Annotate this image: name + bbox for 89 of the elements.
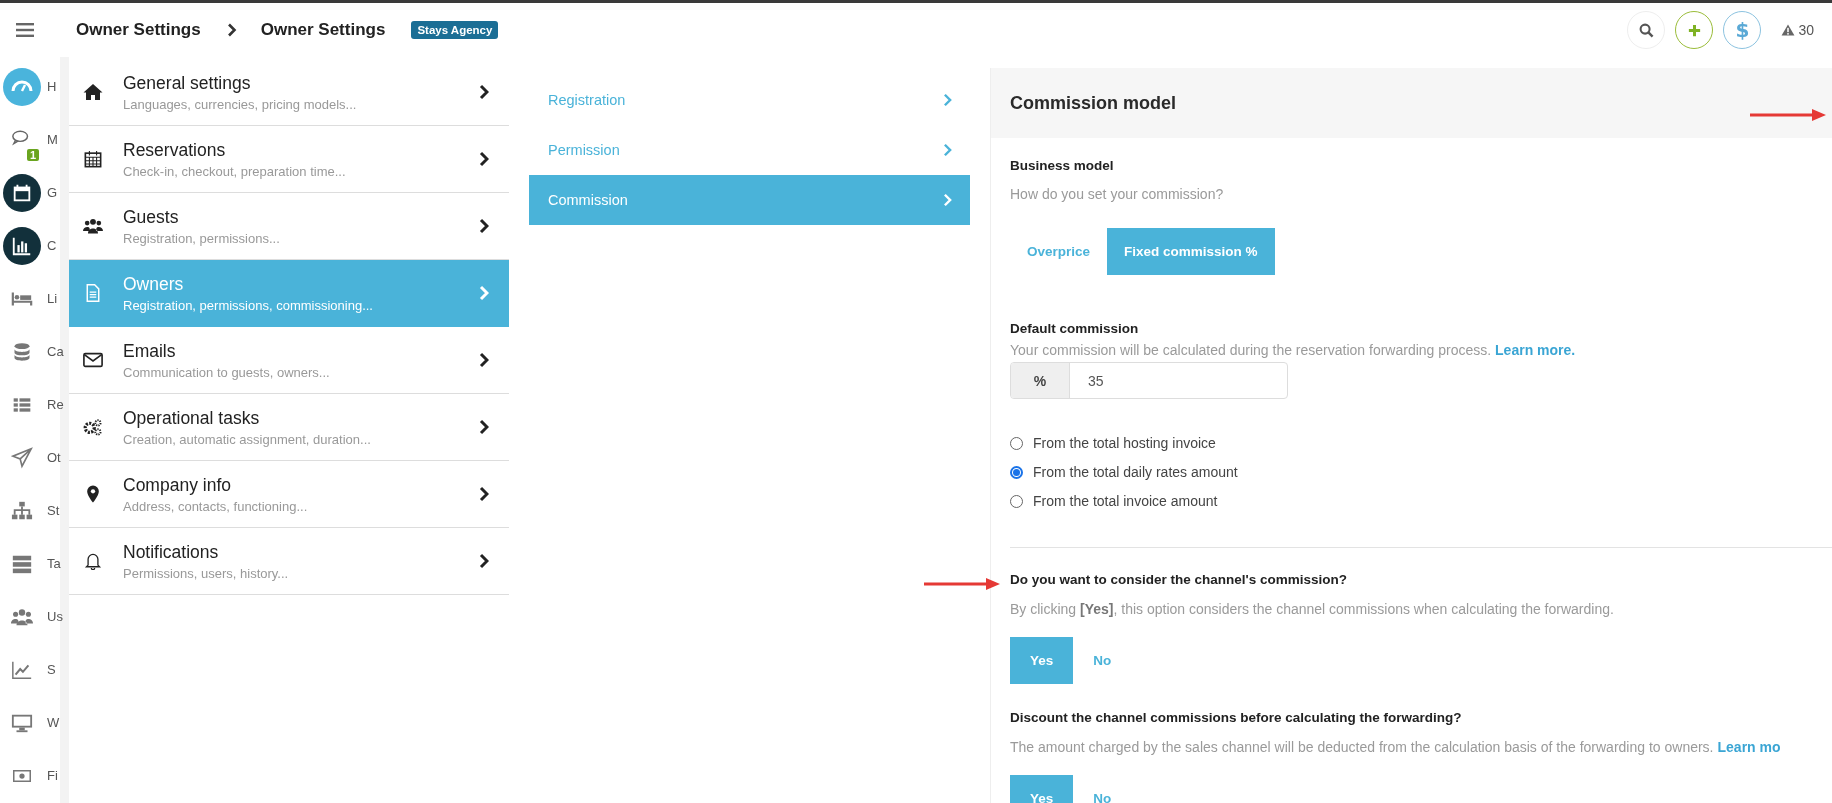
settings-title: Owners (123, 273, 185, 295)
count-badge: 1 (26, 148, 39, 161)
settings-title: General settings (123, 72, 252, 94)
settings-item[interactable]: Operational tasks Creation, automatic assignment, duration... (69, 394, 509, 461)
nav-label[interactable]: Ta (47, 556, 61, 571)
settings-title: Notifications (123, 541, 220, 563)
chevron-icon (479, 84, 489, 100)
settings-title: Guests (123, 206, 180, 228)
calendar-icon (83, 150, 103, 168)
settings-item[interactable]: Company info Address, contacts, functioning... (69, 461, 509, 528)
nav-label[interactable]: S (47, 662, 56, 677)
field-label: Default commission (1010, 321, 1139, 336)
commission-field[interactable]: % 35 (1010, 362, 1288, 399)
settings-item[interactable]: Emails Communication to guests, owners... (69, 327, 509, 394)
nav-label[interactable]: C (47, 238, 57, 253)
database-icon[interactable] (12, 340, 32, 363)
nav-label[interactable]: W (47, 715, 60, 730)
settings-item[interactable]: Notifications Permissions, users, history... (69, 528, 509, 595)
chevron-icon (226, 23, 237, 37)
nav-label[interactable]: Us (47, 609, 63, 624)
field-hint: Your commission will be calculated during the reservation forwarding process. Learn more. (1010, 342, 1576, 358)
bell-icon (83, 552, 103, 570)
menu-icon[interactable] (16, 23, 34, 37)
gears-icon (83, 418, 103, 436)
submenu-label: Permission (548, 142, 621, 158)
settings-subtitle: Registration, permissions, commissioning... (123, 297, 374, 313)
home-icon (83, 83, 103, 101)
alert-count: 30 (1798, 22, 1814, 38)
submenu-label: Registration (548, 92, 627, 108)
search-button[interactable] (1627, 11, 1666, 49)
nav-label[interactable]: G (47, 185, 58, 200)
users-icon (83, 217, 103, 235)
question-hint: The amount charged by the sales channel will be deducted from the calculation basis of the forwarding to owners. Learn mo (1010, 739, 1781, 755)
nav-label[interactable]: Ca (47, 344, 64, 359)
settings-subtitle: Permissions, users, history... (123, 565, 290, 581)
settings-subtitle: Languages, currencies, pricing models... (123, 96, 358, 112)
radio-label[interactable]: From the total daily rates amount (1033, 464, 1238, 480)
radio-label[interactable]: From the total hosting invoice (1033, 435, 1216, 451)
chevron-icon (479, 486, 489, 502)
settings-subtitle: Check-in, checkout, preparation time... (123, 163, 347, 179)
nav-icon-circle[interactable] (3, 173, 41, 212)
chevron-icon (479, 419, 489, 435)
settings-subtitle: Communication to guests, owners... (123, 364, 331, 380)
warning-icon (1781, 24, 1796, 36)
settings-title: Reservations (123, 139, 227, 161)
chevron-icon (479, 218, 489, 234)
nav-label[interactable]: M (47, 132, 58, 147)
settings-item[interactable]: General settings Languages, currencies, pricing models... (69, 59, 509, 126)
envelope-icon (83, 351, 103, 369)
chevron-icon (479, 285, 489, 301)
field-hint: How do you set your commission? (1010, 186, 1224, 202)
paper-plane-icon[interactable] (11, 446, 33, 469)
nav-icon-circle[interactable] (3, 226, 41, 265)
chevron-icon (943, 193, 952, 207)
settings-subtitle: Registration, permissions... (123, 230, 281, 246)
settings-subtitle: Address, contacts, functioning... (123, 498, 309, 514)
nav-label[interactable]: H (47, 79, 57, 94)
add-button[interactable] (1675, 11, 1714, 49)
radio-button[interactable] (1010, 465, 1023, 479)
radio-label[interactable]: From the total invoice amount (1033, 493, 1218, 509)
submenu-label: Commission (548, 192, 629, 208)
nav-label[interactable]: Fi (47, 768, 58, 783)
chevron-icon (943, 93, 952, 107)
search-icon (1638, 22, 1654, 38)
settings-title: Company info (123, 474, 232, 496)
hierarchy-icon[interactable] (11, 499, 33, 522)
chevron-icon (479, 553, 489, 569)
settings-subtitle: Creation, automatic assignment, duration... (123, 431, 372, 447)
commission-value: 35 (1087, 371, 1104, 391)
breadcrumb-item: Owner Settings (260, 20, 386, 40)
chevron-icon (479, 151, 489, 167)
settings-item[interactable]: Reservations Check-in, checkout, preparation time... (69, 126, 509, 193)
settings-title: Emails (123, 340, 177, 362)
question-hint: By clicking [Yes], this option considers the channel commissions when calculating the forwarding. (1010, 601, 1614, 617)
chevron-icon (479, 352, 489, 368)
agency-badge: Stays Agency (411, 21, 499, 39)
question-label: Discount the channel commissions before calculating the forwarding? (1010, 710, 1462, 725)
field-label: Business model (1010, 158, 1114, 173)
nav-label[interactable]: Ot (47, 450, 61, 465)
nav-label[interactable]: Li (47, 291, 58, 306)
panel-title: Commission model (1010, 92, 1177, 114)
breadcrumb-item[interactable]: Owner Settings (76, 20, 201, 40)
nav-label[interactable]: Re (47, 397, 64, 412)
plus-icon (1686, 22, 1702, 38)
chevron-icon (943, 143, 952, 157)
percent-addon: % (1011, 363, 1070, 398)
settings-title: Operational tasks (123, 407, 261, 429)
question-label: Do you want to consider the channel's commission? (1010, 572, 1347, 587)
nav-label[interactable]: St (47, 503, 60, 518)
